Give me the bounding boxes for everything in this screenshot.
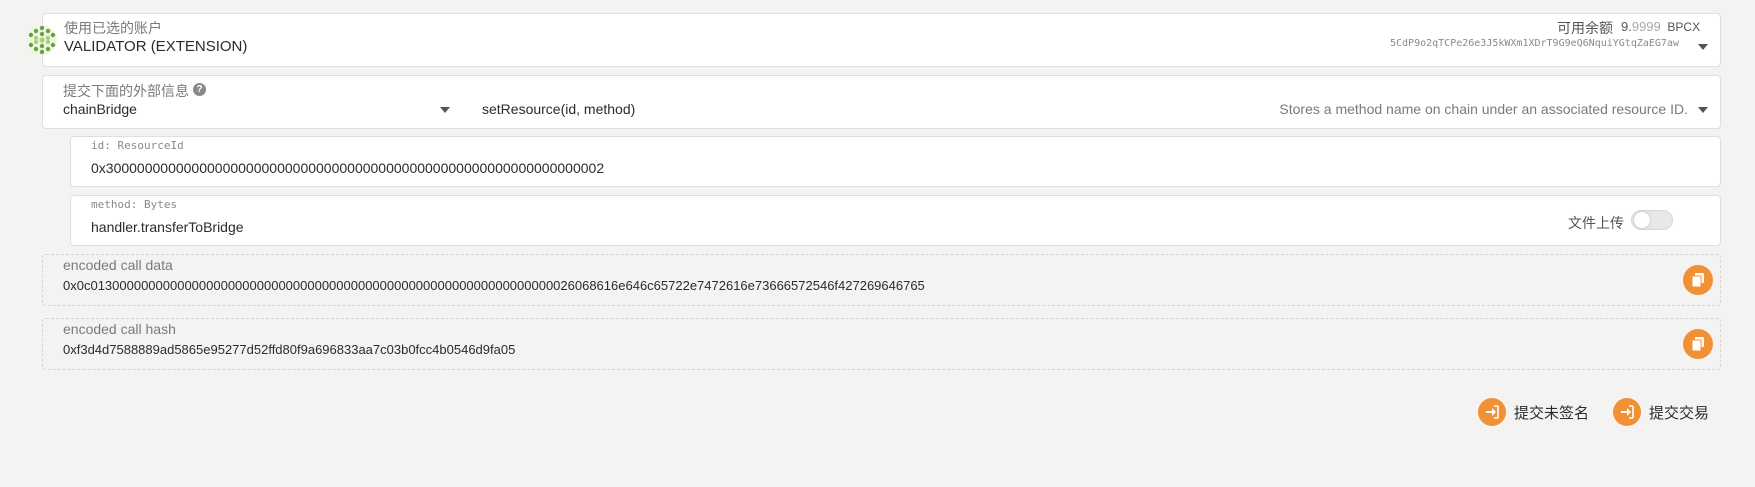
encoded-call-data-value: 0x0c013000000000000000000000000000000000… xyxy=(63,278,925,293)
account-label: 使用已选的账户 xyxy=(64,20,162,36)
submit-transaction-label: 提交交易 xyxy=(1649,404,1710,422)
param-method-input[interactable] xyxy=(70,195,1721,246)
balance-value: 9.9999 BPCX xyxy=(1621,19,1700,34)
chevron-down-icon xyxy=(1698,107,1708,113)
copy-icon xyxy=(1692,337,1704,351)
module-select[interactable]: chainBridge xyxy=(43,96,455,126)
submit-transaction-button[interactable]: 提交交易 xyxy=(1613,398,1709,426)
method-value: setResource(id, method) xyxy=(482,101,636,117)
balance-label: 可用余额 xyxy=(1557,20,1613,36)
param-id-label: id: ResourceId xyxy=(91,139,184,152)
toggle-knob xyxy=(1634,212,1650,228)
param-id-value[interactable]: 0x30000000000000000000000000000000000000… xyxy=(91,160,604,176)
submit-unsigned-label: 提交未签名 xyxy=(1514,404,1590,422)
file-upload-toggle[interactable] xyxy=(1631,210,1673,230)
copy-call-data-button[interactable] xyxy=(1683,265,1713,295)
chevron-down-icon[interactable] xyxy=(1698,44,1708,50)
account-identicon xyxy=(27,25,57,55)
copy-icon xyxy=(1692,273,1704,287)
sign-in-icon xyxy=(1478,398,1506,426)
param-method-label: method: Bytes xyxy=(91,198,178,211)
encoded-call-hash-value: 0xf3d4d7588889ad5865e95277d52ffd80f9a696… xyxy=(63,342,516,357)
encoded-call-hash-label: encoded call hash xyxy=(63,321,176,337)
submit-unsigned-button[interactable]: 提交未签名 xyxy=(1478,398,1589,426)
question-circle-icon[interactable]: ? xyxy=(193,83,206,96)
balance-int: 9. xyxy=(1621,19,1632,34)
account-address: 5CdP9o2qTCPe26e3J5kWXm1XDrT9G9eQ6NquiYGt… xyxy=(1390,38,1679,49)
balance-unit: BPCX xyxy=(1667,20,1701,34)
module-value: chainBridge xyxy=(63,101,137,117)
param-method-value[interactable]: handler.transferToBridge xyxy=(91,219,244,235)
balance-frac: 9999 xyxy=(1631,19,1661,34)
copy-call-hash-button[interactable] xyxy=(1683,329,1713,359)
sign-in-icon xyxy=(1613,398,1641,426)
chevron-down-icon xyxy=(440,107,450,113)
method-description: Stores a method name on chain under an a… xyxy=(1279,101,1688,117)
account-name: VALIDATOR (EXTENSION) xyxy=(64,38,248,55)
file-upload-label: 文件上传 xyxy=(1568,215,1624,231)
method-select[interactable]: setResource(id, method) Stores a method … xyxy=(470,96,1718,126)
encoded-call-data-label: encoded call data xyxy=(63,257,173,273)
